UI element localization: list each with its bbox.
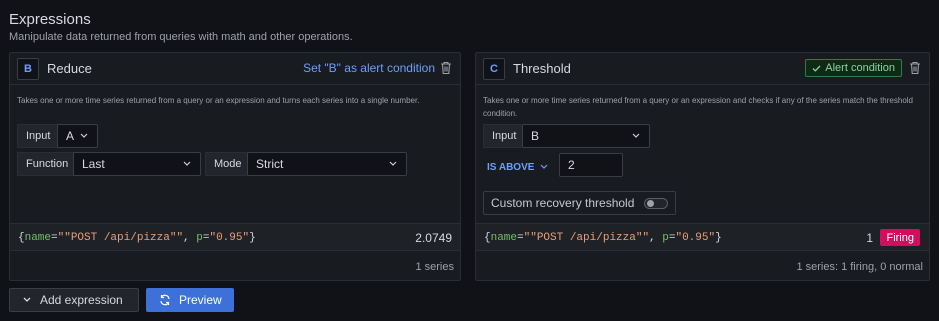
preview-button[interactable]: Preview xyxy=(146,288,234,312)
function-select-value: Last xyxy=(82,157,105,171)
input-select-value: B xyxy=(531,129,540,143)
set-alert-condition-button[interactable]: Set "B" as alert condition xyxy=(303,61,435,75)
alert-condition-label: Alert condition xyxy=(825,62,895,74)
series-summary: 1 series xyxy=(415,261,454,273)
input-select[interactable]: A xyxy=(57,124,98,148)
expression-card-b: B Reduce Set "B" as alert condition Take… xyxy=(9,52,461,281)
firing-badge: Firing xyxy=(880,229,920,246)
function-label: Function xyxy=(17,152,78,176)
chevron-down-icon xyxy=(80,133,88,138)
alert-condition-badge: Alert condition xyxy=(805,59,902,77)
mode-label: Mode xyxy=(205,152,251,176)
result-value: 2.0749 xyxy=(415,231,452,245)
expression-card-header: B Reduce Set "B" as alert condition xyxy=(10,53,460,85)
chevron-down-icon xyxy=(632,133,640,138)
input-select-value: A xyxy=(66,129,75,143)
input-label: Input xyxy=(483,124,526,148)
chevron-down-icon xyxy=(389,161,397,166)
add-expression-button[interactable]: Add expression xyxy=(9,288,139,312)
threshold-operator-select[interactable]: IS ABOVE xyxy=(487,159,548,175)
mode-select-value: Strict xyxy=(256,157,284,171)
threshold-operator-label: IS ABOVE xyxy=(487,161,535,173)
section-subtitle: Manipulate data returned from queries wi… xyxy=(9,31,353,43)
preview-label: Preview xyxy=(179,293,222,307)
ref-id-badge: C xyxy=(483,58,505,80)
custom-recovery-threshold[interactable]: Custom recovery threshold xyxy=(483,191,676,215)
input-label: Input xyxy=(17,124,60,148)
chevron-down-icon xyxy=(183,161,191,166)
expression-card-c: C Threshold Alert condition Takes one or… xyxy=(475,52,930,281)
refresh-icon xyxy=(160,294,170,306)
ref-id-badge: B xyxy=(17,58,39,80)
input-select[interactable]: B xyxy=(522,124,650,148)
add-expression-label: Add expression xyxy=(40,293,123,307)
function-select[interactable]: Last xyxy=(73,152,201,176)
check-icon xyxy=(812,65,821,72)
expression-name: Threshold xyxy=(513,61,571,76)
trash-icon[interactable] xyxy=(440,61,452,75)
result-row: {name=""POST /api/pizza"", p="0.95"} 1 F… xyxy=(476,223,929,251)
series-label: {name=""POST /api/pizza"", p="0.95"} xyxy=(18,232,256,244)
expression-name: Reduce xyxy=(47,61,92,76)
series-summary: 1 series: 1 firing, 0 normal xyxy=(796,261,923,273)
result-row: {name=""POST /api/pizza"", p="0.95"} 2.0… xyxy=(10,223,460,251)
recovery-toggle[interactable] xyxy=(644,198,668,209)
chevron-down-icon xyxy=(540,164,548,169)
expression-card-header: C Threshold Alert condition xyxy=(476,53,929,85)
custom-recovery-label: Custom recovery threshold xyxy=(491,196,635,210)
trash-icon[interactable] xyxy=(909,61,921,75)
mode-select[interactable]: Strict xyxy=(247,152,407,176)
expression-description: Takes one or more time series returned f… xyxy=(483,96,913,118)
threshold-value-input[interactable]: 2 xyxy=(559,153,623,177)
expression-description: Takes one or more time series returned f… xyxy=(17,96,420,105)
series-label: {name=""POST /api/pizza"", p="0.95"} xyxy=(484,232,722,244)
section-title: Expressions xyxy=(9,11,91,28)
chevron-down-icon xyxy=(23,297,31,302)
result-value: 1 xyxy=(866,231,873,245)
